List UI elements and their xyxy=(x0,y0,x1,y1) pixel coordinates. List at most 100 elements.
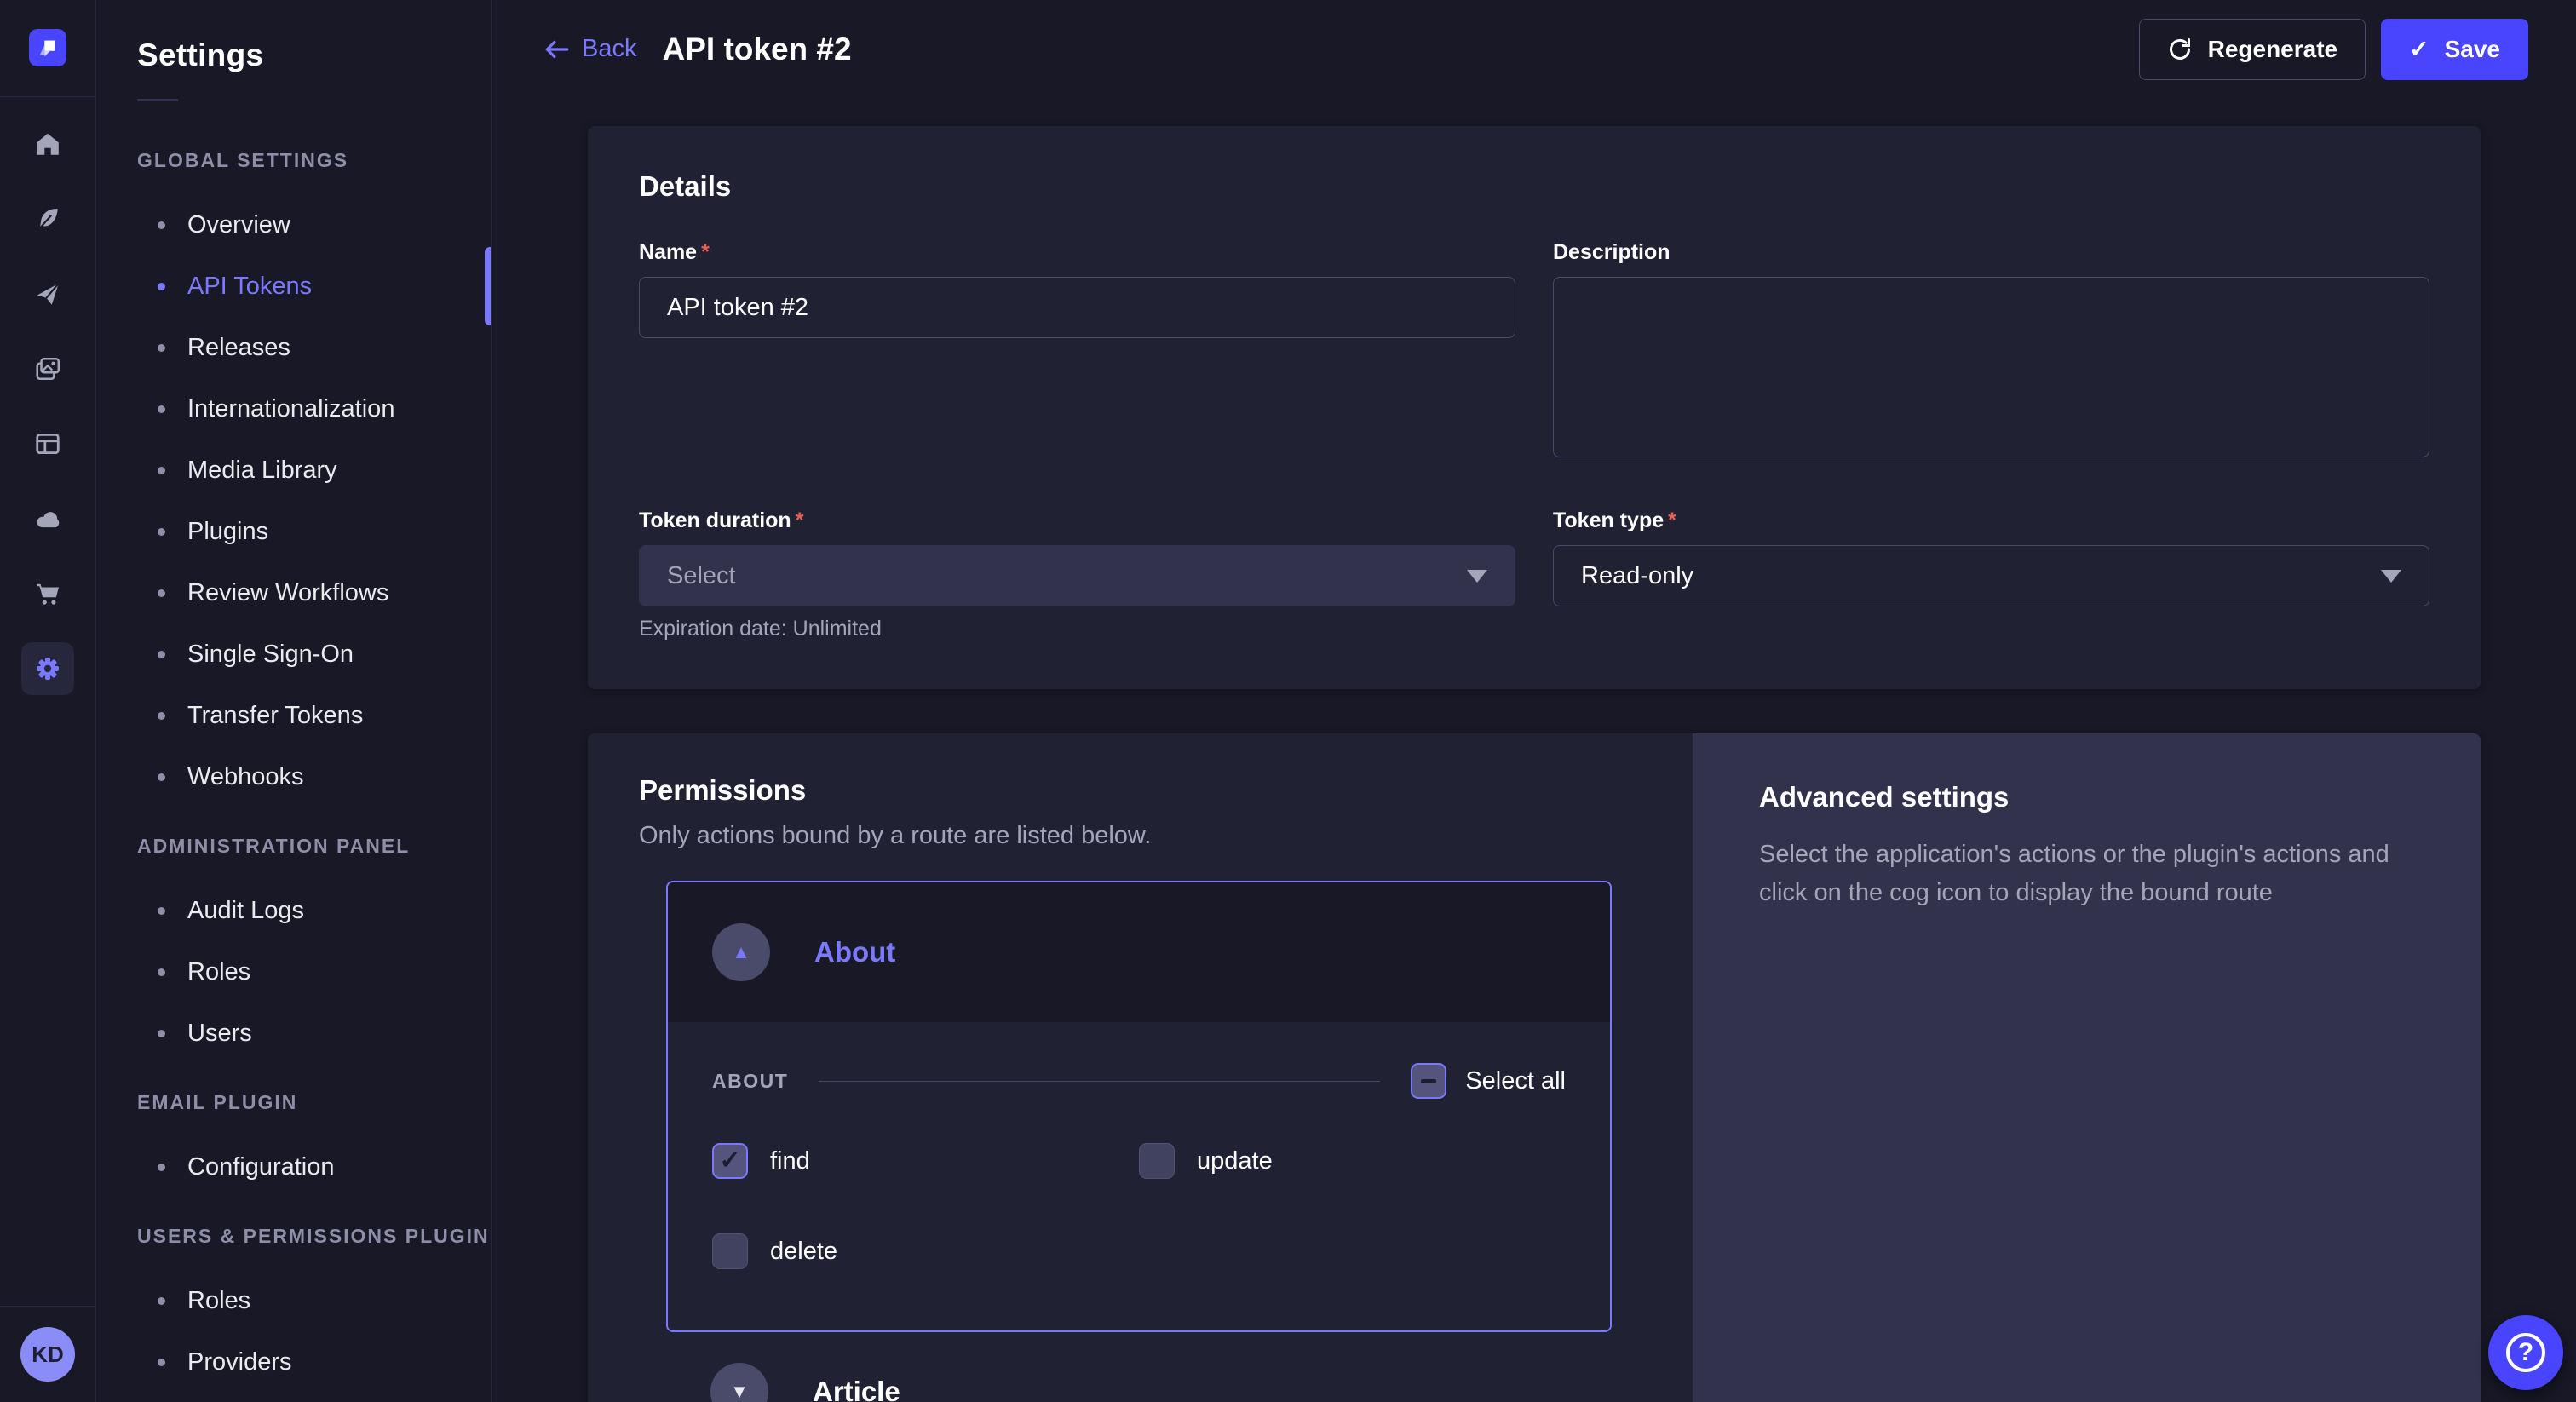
save-button[interactable]: ✓ Save xyxy=(2381,19,2528,80)
about-accordion-header[interactable]: ▲ About xyxy=(668,882,1610,1022)
token-duration-label: Token duration* xyxy=(639,509,1515,533)
collapse-toggle-button[interactable]: ▲ xyxy=(712,923,770,981)
permissions-title: Permissions xyxy=(639,774,1693,807)
bullet-icon xyxy=(158,405,165,413)
update-label: update xyxy=(1197,1147,1273,1175)
permissions-subtitle: Only actions bound by a route are listed… xyxy=(639,822,1693,850)
help-button[interactable]: ? xyxy=(2488,1315,2563,1390)
bullet-icon xyxy=(158,467,165,474)
description-label: Description xyxy=(1553,240,2429,265)
update-checkbox[interactable] xyxy=(1139,1143,1175,1179)
required-asterisk: * xyxy=(1668,509,1676,533)
strapi-logo[interactable] xyxy=(29,29,66,66)
token-duration-field-group: Token duration* Select Expiration date: … xyxy=(639,509,1515,641)
name-value: API token #2 xyxy=(667,294,808,322)
details-card: Details Name* API token #2 Description xyxy=(588,126,2481,689)
avatar-initials: KD xyxy=(32,1342,64,1368)
advanced-settings-description: Select the application's actions or the … xyxy=(1759,836,2414,912)
refresh-icon xyxy=(2167,37,2193,62)
chevron-down-icon xyxy=(1467,570,1487,583)
name-input[interactable]: API token #2 xyxy=(639,277,1515,338)
settings-gear-icon[interactable] xyxy=(21,642,74,695)
bullet-icon xyxy=(158,221,165,229)
bullet-icon xyxy=(158,712,165,720)
token-duration-placeholder: Select xyxy=(667,562,736,590)
sidebar-item-webhooks[interactable]: Webhooks xyxy=(137,746,491,807)
sidebar-item-up-roles[interactable]: Roles xyxy=(137,1270,491,1331)
chevron-down-icon xyxy=(2381,570,2401,583)
marketplace-cart-icon[interactable] xyxy=(21,567,74,620)
bullet-icon xyxy=(158,589,165,597)
delete-checkbox[interactable] xyxy=(712,1233,748,1269)
sidebar-item-email-configuration[interactable]: Configuration xyxy=(137,1136,491,1198)
feather-icon[interactable] xyxy=(21,192,74,245)
question-mark-icon: ? xyxy=(2506,1333,2545,1372)
sidebar-item-media-library[interactable]: Media Library xyxy=(137,440,491,501)
description-textarea[interactable] xyxy=(1553,277,2429,457)
scroll-area[interactable]: Details Name* API token #2 Description xyxy=(492,98,2576,1402)
collapse-toggle-button[interactable]: ▼ xyxy=(710,1363,768,1402)
delete-label: delete xyxy=(770,1238,837,1266)
article-accordion-title: Article xyxy=(813,1376,900,1402)
bullet-icon xyxy=(158,344,165,352)
check-icon: ✓ xyxy=(719,1148,740,1174)
arrow-left-icon xyxy=(543,36,570,63)
sidebar-section-email-plugin: EMAIL PLUGIN Configuration xyxy=(137,1091,491,1198)
main-content: Back API token #2 Regenerate ✓ Save Deta… xyxy=(492,0,2576,1402)
save-label: Save xyxy=(2445,36,2500,63)
permission-find: ✓ find xyxy=(712,1143,1139,1179)
token-type-field-group: Token type* Read-only xyxy=(1553,509,2429,641)
bullet-icon xyxy=(158,968,165,976)
strapi-logo-icon xyxy=(35,35,60,60)
send-icon[interactable] xyxy=(21,267,74,320)
sidebar-item-audit-logs[interactable]: Audit Logs xyxy=(137,880,491,941)
bullet-icon xyxy=(158,1030,165,1037)
required-asterisk: * xyxy=(701,240,710,265)
sidebar-section-label: GLOBAL SETTINGS xyxy=(137,149,491,172)
bullet-icon xyxy=(158,1297,165,1305)
sidebar-title-rule xyxy=(137,99,178,101)
bullet-icon xyxy=(158,651,165,658)
sidebar-item-releases[interactable]: Releases xyxy=(137,317,491,378)
home-icon[interactable] xyxy=(21,118,74,170)
page-title: API token #2 xyxy=(662,32,851,67)
triangle-up-icon: ▲ xyxy=(732,943,750,962)
name-field-group: Name* API token #2 xyxy=(639,240,1515,457)
sidebar-item-review-workflows[interactable]: Review Workflows xyxy=(137,562,491,623)
rail-footer: KD xyxy=(0,1306,96,1402)
token-type-value: Read-only xyxy=(1581,562,1693,590)
sidebar-item-single-sign-on[interactable]: Single Sign-On xyxy=(137,623,491,685)
select-all-checkbox[interactable] xyxy=(1411,1063,1446,1099)
sidebar-item-plugins[interactable]: Plugins xyxy=(137,501,491,562)
sidebar-section-label: EMAIL PLUGIN xyxy=(137,1091,491,1114)
regenerate-button[interactable]: Regenerate xyxy=(2139,19,2366,80)
content-manager-icon[interactable] xyxy=(21,417,74,470)
sidebar-item-admin-users[interactable]: Users xyxy=(137,1003,491,1064)
sidebar-item-api-tokens[interactable]: API Tokens xyxy=(137,256,491,317)
back-button[interactable]: Back xyxy=(543,35,636,63)
sidebar-item-overview[interactable]: Overview xyxy=(137,194,491,256)
sidebar-item-internationalization[interactable]: Internationalization xyxy=(137,378,491,440)
details-title: Details xyxy=(639,170,2429,203)
permissions-column: Permissions Only actions bound by a rout… xyxy=(588,733,1693,1402)
sidebar-item-admin-roles[interactable]: Roles xyxy=(137,941,491,1003)
sidebar-item-up-providers[interactable]: Providers xyxy=(137,1331,491,1393)
article-accordion-header[interactable]: ▼ Article xyxy=(666,1363,1612,1402)
token-duration-select[interactable]: Select xyxy=(639,545,1515,606)
token-type-select[interactable]: Read-only xyxy=(1553,545,2429,606)
rail-divider xyxy=(0,96,96,97)
sidebar-section-users-permissions-plugin: USERS & PERMISSIONS PLUGIN Roles Provide… xyxy=(137,1225,491,1393)
sidebar-title: Settings xyxy=(137,37,491,73)
permissions-card: Permissions Only actions bound by a rout… xyxy=(588,733,2481,1402)
media-library-icon[interactable] xyxy=(21,342,74,395)
about-section-label: ABOUT xyxy=(712,1070,788,1093)
about-accordion-title: About xyxy=(814,936,895,968)
find-label: find xyxy=(770,1147,810,1175)
user-avatar[interactable]: KD xyxy=(20,1327,75,1382)
bullet-icon xyxy=(158,907,165,915)
permission-update: update xyxy=(1139,1143,1566,1179)
find-checkbox[interactable]: ✓ xyxy=(712,1143,748,1179)
bullet-icon xyxy=(158,773,165,781)
cloud-icon[interactable] xyxy=(21,492,74,545)
sidebar-item-transfer-tokens[interactable]: Transfer Tokens xyxy=(137,685,491,746)
